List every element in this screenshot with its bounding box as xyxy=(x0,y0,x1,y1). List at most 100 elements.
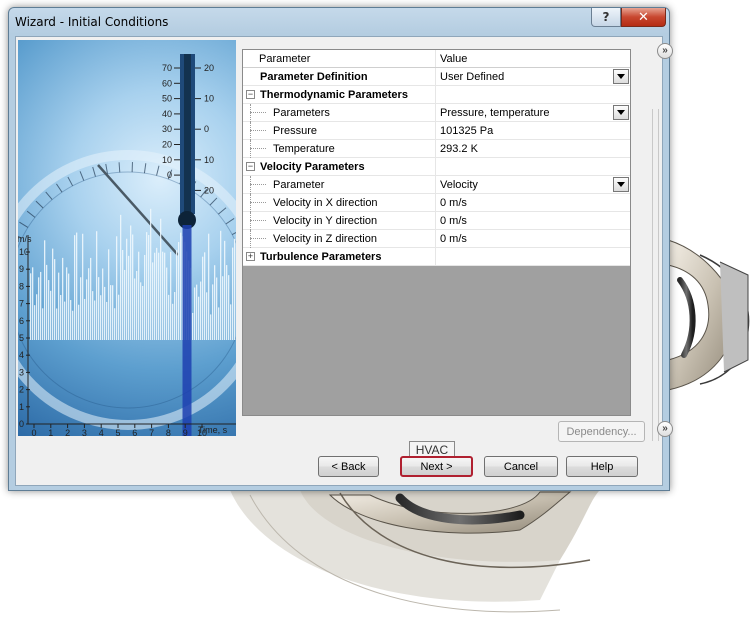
dial-tick xyxy=(45,191,53,200)
expand-icon[interactable]: + xyxy=(246,252,255,261)
spectrum-bar xyxy=(140,282,142,340)
close-icon[interactable]: ✕ xyxy=(621,8,666,27)
dial-tick xyxy=(225,218,235,225)
tree-connector xyxy=(250,104,251,122)
spectrum-bar xyxy=(176,249,178,340)
spectrum-bar xyxy=(50,290,52,340)
wizard-illustration: 70 60 50 40 30 20 10 0 20 10 0 10 20 m/s 10 9 8 7 6 5 4 3 2… xyxy=(18,40,236,436)
spectrum-bar xyxy=(156,247,158,340)
spectrum-bar xyxy=(60,295,62,340)
grid-row[interactable]: Parameter Velocity xyxy=(243,176,630,194)
tree-connector xyxy=(250,212,251,230)
spectrum-bar xyxy=(58,272,60,340)
spectrum-bar xyxy=(154,252,156,340)
spectrum-bar xyxy=(104,286,106,340)
dial-tick xyxy=(35,200,44,209)
row-value[interactable]: Pressure, temperature xyxy=(440,107,549,119)
row-value[interactable]: 0 m/s xyxy=(440,197,467,209)
spectrum-bar xyxy=(98,277,100,340)
grid-row[interactable]: Velocity in X direction 0 m/s xyxy=(243,194,630,212)
y-tick-label: 0 xyxy=(19,419,24,429)
thermometer-tick-label: 20 xyxy=(204,185,214,195)
spectrum-bar xyxy=(100,295,102,340)
spectrum-bar xyxy=(70,300,72,340)
spectrum-bar xyxy=(102,268,104,340)
grid-row[interactable]: Velocity in Y direction 0 m/s xyxy=(243,212,630,230)
spectrum-bar xyxy=(46,264,48,340)
grid-row[interactable]: Parameter Definition User Defined xyxy=(243,68,630,86)
thermometer-tick-label: 50 xyxy=(162,94,172,104)
grid-row[interactable]: Parameters Pressure, temperature xyxy=(243,104,630,122)
grid-row[interactable]: − Thermodynamic Parameters xyxy=(243,86,630,104)
spectrum-bar xyxy=(40,271,42,340)
tree-connector xyxy=(250,122,251,140)
grid-row[interactable]: Velocity in Z direction 0 m/s xyxy=(243,230,630,248)
next-button[interactable]: Next > xyxy=(400,456,473,477)
spectrum-bar xyxy=(204,252,206,340)
help-button[interactable]: Help xyxy=(566,456,638,477)
spectrum-bar xyxy=(36,294,38,340)
row-value[interactable]: 0 m/s xyxy=(440,233,467,245)
y-tick-label: 9 xyxy=(19,264,24,274)
grid-row[interactable]: Temperature 293.2 K xyxy=(243,140,630,158)
spectrum-bar xyxy=(166,267,168,340)
thermometer-tick-label: 10 xyxy=(204,94,214,104)
help-icon[interactable]: ? xyxy=(591,8,621,27)
row-value[interactable]: 293.2 K xyxy=(440,143,478,155)
row-label: Turbulence Parameters xyxy=(260,251,382,263)
spectrum-bar xyxy=(234,238,236,340)
thermometer-tick-label: 60 xyxy=(162,78,172,88)
side-panel-track xyxy=(652,109,659,441)
spectrum-bar xyxy=(72,310,74,340)
spectrum-bar xyxy=(198,296,200,340)
thermometer-tick-label: 30 xyxy=(162,124,172,134)
dial-tick xyxy=(19,221,29,228)
spectrum-bar xyxy=(42,308,44,340)
spectrum-bar xyxy=(90,257,92,340)
spectrum-bar xyxy=(124,269,126,340)
spectrum-bar xyxy=(30,273,32,340)
back-button[interactable]: < Back xyxy=(318,456,379,477)
spectrum-bar xyxy=(152,262,154,340)
grid-row[interactable]: − Velocity Parameters xyxy=(243,158,630,176)
spectrum-bar xyxy=(88,268,90,340)
spectrum-bar xyxy=(216,277,218,340)
spectrum-bar xyxy=(178,242,180,340)
spectrum-bar xyxy=(64,301,66,340)
collapse-icon[interactable]: − xyxy=(246,90,255,99)
row-value[interactable]: Velocity xyxy=(440,179,478,191)
x-tick-label: 8 xyxy=(166,428,171,436)
spectrum-bar xyxy=(80,277,82,340)
spectrum-bar xyxy=(96,231,98,340)
thermometer-tick-label: 70 xyxy=(162,63,172,73)
grid-row[interactable]: Pressure 101325 Pa xyxy=(243,122,630,140)
row-value[interactable]: User Defined xyxy=(440,71,504,83)
collapse-panel-icon[interactable]: » xyxy=(657,43,673,59)
cancel-button[interactable]: Cancel xyxy=(484,456,558,477)
dropdown-arrow-icon[interactable] xyxy=(613,69,629,84)
spectrum-bar xyxy=(160,218,162,340)
dependency-button[interactable]: Dependency... xyxy=(558,421,645,442)
grid-row[interactable]: + Turbulence Parameters xyxy=(243,248,630,266)
spectrum-bar xyxy=(148,235,150,340)
expand-panel-icon[interactable]: » xyxy=(657,421,673,437)
x-tick-label: 5 xyxy=(115,428,120,436)
spectrum-bar xyxy=(210,314,212,340)
spectrum-bar xyxy=(122,249,124,340)
dialog-client-area: 70 60 50 40 30 20 10 0 20 10 0 10 20 m/s 10 9 8 7 6 5 4 3 2… xyxy=(15,36,673,486)
spectrum-bar xyxy=(134,278,136,340)
title-bar[interactable]: Wizard - Initial Conditions ? ✕ xyxy=(9,8,669,36)
tree-connector xyxy=(250,184,266,185)
dropdown-arrow-icon[interactable] xyxy=(613,105,629,120)
spectrum-bar xyxy=(220,230,222,340)
collapse-icon[interactable]: − xyxy=(246,162,255,171)
spectrum-bar xyxy=(162,251,164,340)
parameters-grid[interactable]: Parameter Value Parameter Definition User… xyxy=(242,49,631,416)
dropdown-arrow-icon[interactable] xyxy=(613,177,629,192)
row-value[interactable]: 0 m/s xyxy=(440,215,467,227)
spectrum-bar xyxy=(226,265,228,340)
x-tick-label: 7 xyxy=(149,428,154,436)
spectrum-bar xyxy=(114,308,116,340)
row-label: Parameter Definition xyxy=(260,71,368,83)
row-value[interactable]: 101325 Pa xyxy=(440,125,493,137)
